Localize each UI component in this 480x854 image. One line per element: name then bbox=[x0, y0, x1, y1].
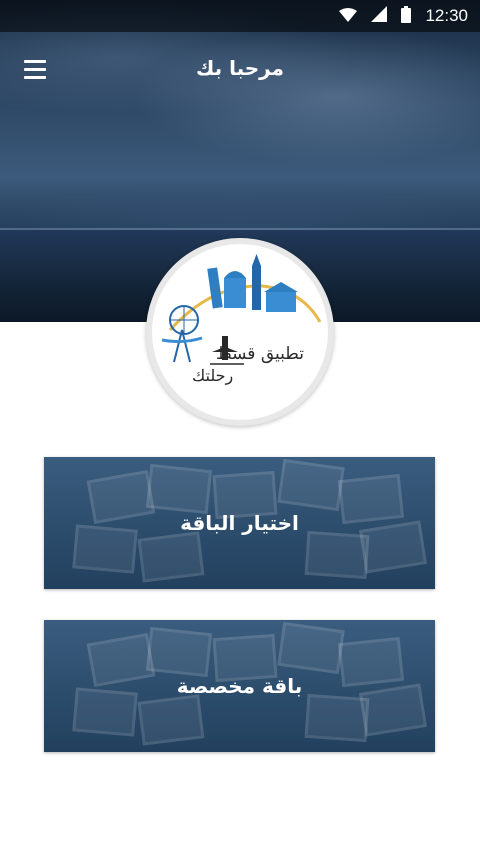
logo-text-secondary: رحلتك bbox=[192, 366, 234, 385]
app-bar: مرحبا بك bbox=[0, 32, 480, 106]
app-logo: تطبيق قسط رحلتك bbox=[146, 238, 334, 426]
battery-icon bbox=[401, 5, 412, 27]
wifi-icon bbox=[339, 7, 358, 26]
skyline-illustration bbox=[161, 254, 322, 365]
custom-package-button[interactable]: باقة مخصصة bbox=[44, 620, 435, 752]
logo-text-primary: تطبيق قسط bbox=[216, 344, 304, 364]
status-bar: 12:30 bbox=[0, 0, 480, 32]
choose-package-label: اختيار الباقة bbox=[180, 511, 299, 535]
page-title: مرحبا بك bbox=[195, 56, 284, 80]
signal-icon bbox=[371, 6, 388, 26]
custom-package-label: باقة مخصصة bbox=[176, 674, 303, 698]
status-time: 12:30 bbox=[425, 6, 468, 25]
choose-package-button[interactable]: اختيار الباقة bbox=[44, 457, 435, 589]
